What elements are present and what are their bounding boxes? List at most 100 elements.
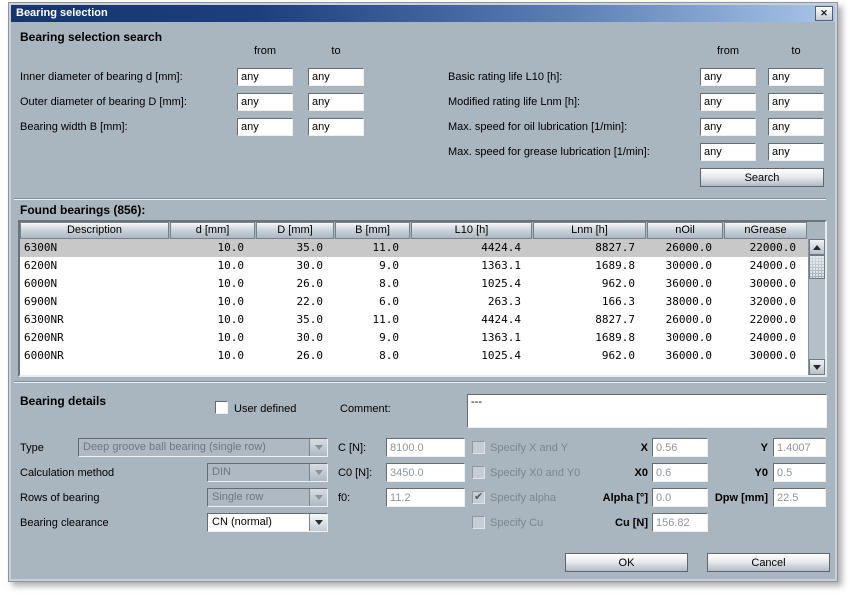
select-rows-of-bearing[interactable]: Single row	[207, 488, 328, 507]
checkbox-specify-cu[interactable]	[472, 516, 485, 529]
column-header-b-mm[interactable]: B [mm]	[335, 222, 410, 239]
table-cell: 30000.0	[647, 329, 724, 347]
window-title: Bearing selection	[16, 7, 108, 19]
table-cell: 11.0	[335, 239, 411, 257]
column-header-lnm-h[interactable]: Lnm [h]	[533, 222, 646, 239]
table-cell: 6000NR	[20, 347, 170, 365]
title-bar[interactable]: Bearing selection ✕	[11, 5, 835, 22]
search-from-input[interactable]	[700, 118, 756, 136]
table-cell: 22.0	[256, 293, 335, 311]
search-from-input[interactable]	[237, 68, 293, 86]
table-cell: 10.0	[170, 311, 256, 329]
dropdown-button[interactable]	[309, 464, 327, 481]
from-column-label: from	[700, 45, 756, 57]
table-cell: 30000.0	[724, 347, 808, 365]
detail-row-label: Rows of bearing	[20, 492, 100, 504]
value-input[interactable]	[773, 463, 826, 482]
scroll-down-button[interactable]	[809, 359, 825, 375]
table-cell: 36000.0	[647, 347, 724, 365]
search-to-input[interactable]	[768, 93, 824, 111]
close-button[interactable]: ✕	[815, 6, 833, 21]
search-to-input[interactable]	[768, 118, 824, 136]
field-label: Alpha [°]	[528, 492, 648, 504]
search-from-input[interactable]	[700, 68, 756, 86]
table-cell: 1025.4	[411, 275, 533, 293]
dropdown-button[interactable]	[309, 514, 327, 531]
dropdown-button[interactable]	[309, 439, 327, 456]
table-cell: 1689.8	[533, 257, 647, 275]
column-header-d-mm[interactable]: D [mm]	[256, 222, 334, 239]
found-bearings-heading: Found bearings (856):	[20, 203, 145, 217]
table-cell: 6300N	[20, 239, 170, 257]
search-to-input[interactable]	[768, 68, 824, 86]
search-to-input[interactable]	[308, 118, 364, 136]
search-from-input[interactable]	[237, 118, 293, 136]
dropdown-button[interactable]	[309, 489, 327, 506]
select-bearing-clearance[interactable]: CN (normal)	[207, 513, 328, 532]
column-header-l10-h[interactable]: L10 [h]	[411, 222, 532, 239]
table-cell: 10.0	[170, 257, 256, 275]
bearing-selection-dialog: Bearing selection ✕ Bearing selection se…	[8, 2, 838, 582]
table-cell: 30.0	[256, 257, 335, 275]
table-row[interactable]: 6900N10.022.06.0263.3166.338000.032000.0	[20, 293, 808, 311]
table-cell: 35.0	[256, 239, 335, 257]
rating-input[interactable]	[386, 463, 465, 482]
user-defined-checkbox[interactable]	[215, 401, 228, 414]
column-header-d-mm[interactable]: d [mm]	[170, 222, 255, 239]
select-value: DIN	[208, 464, 309, 481]
column-header-description[interactable]: Description	[20, 222, 169, 239]
rating-input[interactable]	[386, 488, 465, 507]
table-row[interactable]: 6300NR10.035.011.04424.48827.726000.0220…	[20, 311, 808, 329]
rating-label: C0 [N]:	[338, 467, 372, 479]
table-cell: 10.0	[170, 275, 256, 293]
search-from-input[interactable]	[237, 93, 293, 111]
cancel-button[interactable]: Cancel	[707, 553, 830, 572]
table-cell: 35.0	[256, 311, 335, 329]
column-header-ngrease[interactable]: nGrease	[724, 222, 807, 239]
value-input[interactable]	[773, 488, 826, 507]
table-scrollbar[interactable]	[808, 239, 825, 375]
table-cell: 10.0	[170, 293, 256, 311]
checkbox-specify-x-and-y[interactable]	[472, 441, 485, 454]
search-from-input[interactable]	[700, 93, 756, 111]
value-input[interactable]	[773, 438, 826, 457]
chevron-down-icon	[315, 520, 323, 525]
checkbox-specify-alpha[interactable]: ✔	[472, 491, 485, 504]
search-row-label: Bearing width B [mm]:	[20, 121, 128, 133]
table-cell: 4424.4	[411, 239, 533, 257]
table-cell: 1689.8	[533, 329, 647, 347]
table-row[interactable]: 6000N10.026.08.01025.4962.036000.030000.…	[20, 275, 808, 293]
chevron-down-icon	[315, 470, 323, 475]
select-type[interactable]: Deep groove ball bearing (single row)	[78, 438, 328, 457]
table-cell: 1363.1	[411, 329, 533, 347]
table-rows: 6300N10.035.011.04424.48827.726000.02200…	[20, 239, 808, 375]
scrollbar-thumb[interactable]	[809, 255, 825, 279]
rating-input[interactable]	[386, 438, 465, 457]
table-row[interactable]: 6000NR10.026.08.01025.4962.036000.030000…	[20, 347, 808, 365]
search-to-input[interactable]	[308, 93, 364, 111]
table-row[interactable]: 6300N10.035.011.04424.48827.726000.02200…	[20, 239, 808, 257]
search-to-input[interactable]	[768, 143, 824, 161]
table-cell: 10.0	[170, 347, 256, 365]
comment-textarea[interactable]: ---	[467, 394, 827, 428]
field-label: Cu [N]	[528, 517, 648, 529]
field-label: X	[528, 442, 648, 454]
search-button[interactable]: Search	[700, 168, 824, 187]
column-header-noil[interactable]: nOil	[647, 222, 723, 239]
table-cell: 30000.0	[724, 275, 808, 293]
checkbox-specify-x0-and-y0[interactable]	[472, 466, 485, 479]
ok-button[interactable]: OK	[565, 553, 688, 572]
table-row[interactable]: 6200NR10.030.09.01363.11689.830000.02400…	[20, 329, 808, 347]
detail-row-label: Bearing clearance	[20, 517, 109, 529]
search-from-input[interactable]	[700, 143, 756, 161]
search-section-heading: Bearing selection search	[20, 30, 162, 44]
value-input[interactable]	[652, 513, 708, 532]
select-value: Deep groove ball bearing (single row)	[79, 439, 309, 456]
select-calculation-method[interactable]: DIN	[207, 463, 328, 482]
scroll-up-button[interactable]	[809, 239, 825, 255]
table-cell: 6200N	[20, 257, 170, 275]
table-cell: 6300NR	[20, 311, 170, 329]
close-icon: ✕	[820, 8, 828, 19]
table-row[interactable]: 6200N10.030.09.01363.11689.830000.024000…	[20, 257, 808, 275]
search-to-input[interactable]	[308, 68, 364, 86]
